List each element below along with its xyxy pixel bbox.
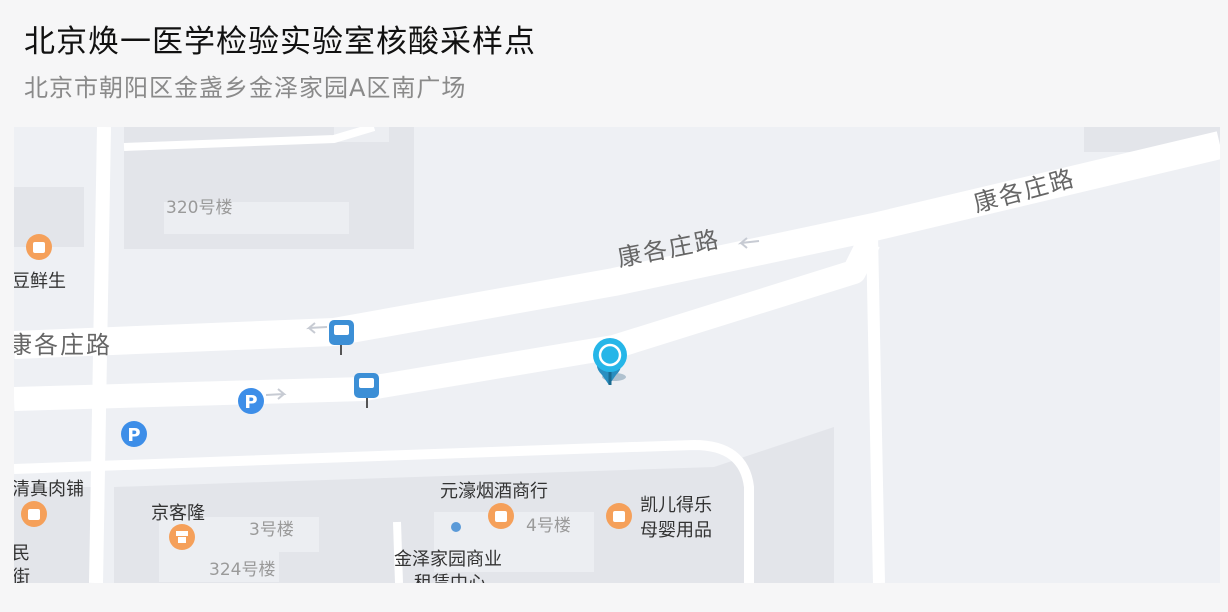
- parking-symbol: P: [127, 425, 140, 446]
- location-address: 北京市朝阳区金盏乡金泽家园A区南广场: [24, 74, 467, 102]
- shop-icon[interactable]: [606, 503, 632, 529]
- road-east: [866, 234, 885, 583]
- bus-stop-icon[interactable]: [354, 373, 379, 408]
- poi-label-jingkelong: 京客隆: [151, 503, 205, 524]
- shop-icon[interactable]: [488, 503, 514, 529]
- shop-icon[interactable]: [21, 501, 47, 527]
- block-left-top: [14, 187, 84, 247]
- location-pin-icon[interactable]: [593, 338, 627, 385]
- parking-icon[interactable]: P: [121, 421, 147, 447]
- road-label-kangge-left: 康各庄路: [14, 331, 112, 359]
- poi-label-kaier-1: 凯儿得乐: [640, 495, 712, 516]
- building-label: 320号楼: [166, 198, 233, 218]
- poi-label-yuanhao: 元濠烟酒商行: [440, 481, 548, 502]
- poi-label-qingzhen: 清真肉铺: [14, 479, 84, 500]
- shop-icon[interactable]: [26, 234, 52, 260]
- building-label: 3号楼: [249, 520, 294, 540]
- building-label: 4号楼: [526, 516, 571, 536]
- poi-label-doudou: 豆鲜生: [14, 271, 66, 292]
- poi-label-min: 民: [14, 543, 30, 564]
- poi-label-jie: 街: [14, 567, 30, 583]
- parking-icon[interactable]: P: [238, 388, 264, 414]
- restaurant-icon[interactable]: [169, 524, 195, 550]
- building-label: 324号楼: [209, 560, 276, 580]
- poi-label-jinze-2: 租赁中心: [414, 569, 486, 583]
- parking-symbol: P: [244, 392, 257, 413]
- map-view[interactable]: P P 320号楼 豆鲜生 康各庄路 康各庄路 康各庄路 清真肉铺 京客隆 3号…: [14, 127, 1220, 583]
- bus-stop-icon[interactable]: [329, 320, 354, 355]
- poi-label-jinze-1: 金泽家园商业: [394, 549, 502, 570]
- poi-dot-icon[interactable]: [451, 522, 461, 532]
- location-title: 北京焕一医学检验实验室核酸采样点: [24, 24, 536, 60]
- poi-label-kaier-2: 母婴用品: [640, 520, 712, 541]
